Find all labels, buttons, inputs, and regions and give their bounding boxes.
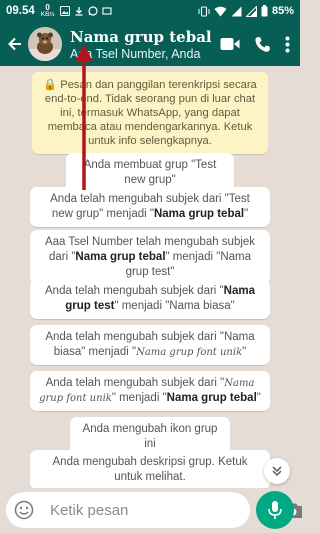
bold-text: Nama grup tebal (153, 208, 245, 220)
system-message: Anda telah mengubah subjek dari " Nama gr… (30, 371, 270, 411)
message-input[interactable] (50, 501, 249, 519)
bold-text: Nama grup tebal (75, 251, 166, 263)
group-description-message[interactable]: Anda mengubah deskripsi grup. Ketuk untu… (30, 450, 270, 488)
notification-icons (59, 6, 112, 16)
status-bar: 09.54 0 KB/s 85% (0, 0, 300, 22)
message-text: Anda telah mengubah subjek dari " (45, 285, 224, 297)
emoji-icon (14, 500, 34, 520)
avatar-image (28, 27, 62, 61)
back-button[interactable] (4, 22, 26, 66)
encryption-notice[interactable]: 🔒 Pesan dan panggilan terenkripsi secara… (32, 72, 268, 154)
chat-header: Nama grup tebal Aaa Tsel Number, Anda (0, 22, 300, 66)
screenshot-icon (101, 7, 112, 15)
more-vert-icon[interactable] (285, 36, 290, 53)
phone-icon[interactable] (254, 36, 271, 53)
fancy-font-text: Nama grup font unik (136, 347, 243, 358)
battery-percentage: 85% (271, 5, 294, 17)
scroll-to-bottom-button[interactable] (264, 458, 290, 484)
arrow-left-icon (8, 37, 21, 51)
emoji-button[interactable] (14, 499, 34, 521)
message-text: Anda telah mengubah subjek dari " (45, 377, 225, 389)
status-time: 09.54 (6, 5, 35, 17)
video-call-icon[interactable] (220, 37, 240, 51)
vibrate-icon (198, 5, 210, 17)
microphone-icon (268, 501, 282, 519)
network-speed-unit: KB/s (40, 11, 55, 18)
chat-title-block[interactable]: Nama grup tebal Aaa Tsel Number, Anda (70, 28, 220, 61)
double-chevron-down-icon (272, 466, 282, 477)
header-actions (220, 36, 290, 53)
system-message: Anda telah mengubah subjek dari "Test ne… (30, 187, 270, 227)
message-composer (6, 492, 302, 528)
system-message: Anda telah mengubah subjek dari "Nama gr… (30, 279, 270, 319)
chat-title: Nama grup tebal (70, 27, 212, 46)
bold-text: Nama grup tebal (166, 392, 257, 404)
chat-subtitle: Aaa Tsel Number, Anda (70, 46, 201, 61)
image-icon (59, 6, 70, 16)
chat-area[interactable]: 🔒 Pesan dan panggilan terenkripsi secara… (0, 66, 300, 488)
system-message: Anda telah mengubah subjek dari "Nama bi… (30, 325, 270, 365)
message-text: " (256, 392, 261, 404)
message-text: " (242, 346, 247, 358)
message-text: " menjadi " (111, 392, 167, 404)
message-text: " menjadi "Nama biasa" (114, 300, 235, 312)
battery-icon (261, 5, 268, 17)
wifi-icon (214, 6, 227, 16)
network-speed: 0 KB/s (41, 4, 55, 18)
message-text: Anda membuat grup "Test new grup" (83, 159, 217, 186)
system-icons: 85% (198, 5, 294, 17)
signal-2-icon (245, 5, 257, 17)
message-text: " (244, 208, 249, 220)
signal-icon (231, 6, 242, 16)
message-text: Anda mengubah ikon grup ini (82, 423, 218, 450)
voice-message-button[interactable] (256, 491, 294, 529)
download-icon (75, 7, 83, 16)
group-avatar[interactable] (28, 27, 62, 61)
message-text: Anda mengubah deskripsi grup. Ketuk untu… (52, 456, 248, 483)
whatsapp-icon (87, 6, 98, 16)
system-message: Aaa Tsel Number telah mengubah subjek da… (30, 230, 270, 285)
